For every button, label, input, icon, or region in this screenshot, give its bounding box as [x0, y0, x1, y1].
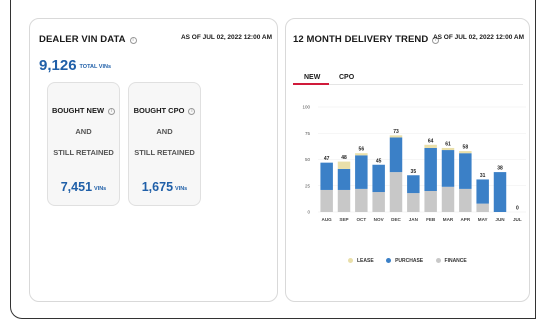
bar-lease: [337, 161, 351, 169]
bar-lease: [424, 144, 437, 148]
bought-cpo-box: BOUGHT CPO i AND STILL RETAINED 1,675 VINs: [128, 82, 201, 206]
bar-total-label: 47: [324, 156, 330, 162]
bought-new-box: BOUGHT NEW i AND STILL RETAINED 7,451 VINs: [47, 82, 120, 206]
legend-lease: LEASE: [348, 258, 374, 264]
bar-total-label: 58: [463, 145, 469, 151]
bar-purchase: [320, 162, 333, 190]
bar-total-label: 64: [428, 138, 434, 144]
chart-legend: LEASE PURCHASE FINANCE: [348, 258, 478, 264]
legend-finance: FINANCE: [435, 258, 467, 264]
delivery-trend-chart: 0 25 50 75 100 47 AUG 48 SEP 56 OCT 45 NOV 73 DEC 35 JAN…: [302, 105, 526, 222]
bar-finance: [355, 188, 368, 212]
bar-finance: [337, 189, 351, 212]
x-tick-label: AUG: [322, 217, 333, 222]
bar-purchase: [407, 175, 420, 194]
y-tick-label: 75: [305, 131, 311, 136]
delivery-trend-title: 12 MONTH DELIVERY TREND i: [293, 34, 440, 45]
x-tick-label: NOV: [374, 217, 385, 222]
bar-total-label: 35: [411, 169, 417, 175]
bar-finance: [441, 186, 455, 212]
bar-total-label: 45: [376, 158, 382, 164]
bought-cpo-unit: VINs: [175, 186, 188, 192]
tab-new[interactable]: NEW: [304, 74, 320, 81]
bought-cpo-and: AND: [156, 127, 173, 136]
total-vins-value: 9,126: [39, 57, 77, 74]
bar-finance: [424, 191, 437, 212]
bought-cpo-count: 1,675 VINs: [129, 178, 200, 196]
x-tick-label: OCT: [356, 217, 366, 222]
bar-finance: [476, 203, 489, 212]
bought-cpo-heading: BOUGHT CPO i: [129, 106, 200, 115]
bought-new-value: 7,451: [60, 180, 93, 194]
bar-purchase: [476, 179, 489, 204]
x-tick-label: MAY: [478, 217, 488, 222]
bought-new-and: AND: [75, 127, 92, 136]
bar-purchase: [389, 137, 403, 173]
bar-finance: [372, 192, 385, 212]
total-vins-label: TOTAL VINs: [79, 64, 112, 70]
x-tick-label: MAR: [443, 217, 454, 222]
bar-purchase: [459, 153, 472, 189]
purchase-dot-icon: [386, 258, 392, 263]
y-tick-label: 50: [305, 157, 311, 162]
bar-total-label: 61: [445, 141, 451, 147]
bar-finance: [407, 193, 420, 212]
dealer-as-of: AS OF JUL 02, 2022 12:00 AM: [180, 34, 272, 41]
bar-total-label: 56: [359, 147, 365, 153]
bar-purchase: [441, 150, 455, 187]
bar-lease: [389, 135, 403, 138]
bar-total-label: 48: [341, 155, 347, 161]
trend-tabs: NEW CPO: [293, 63, 523, 85]
x-tick-label: DEC: [391, 217, 401, 222]
bar-finance: [320, 189, 333, 212]
y-tick-label: 25: [305, 183, 311, 188]
total-vins: 9,126 TOTAL VINs: [39, 57, 111, 75]
bar-lease: [459, 151, 472, 154]
bought-new-unit: VINs: [94, 186, 107, 192]
active-tab-indicator: [293, 83, 329, 85]
bar-total-label: 73: [393, 129, 399, 135]
bought-cpo-value: 1,675: [141, 180, 174, 194]
bar-purchase: [493, 172, 507, 212]
legend-purchase: PURCHASE: [386, 258, 423, 264]
dealer-vin-title: DEALER VIN DATA i: [39, 34, 137, 45]
delivery-trend-card: 12 MONTH DELIVERY TREND i AS OF JUL 02, 2…: [285, 18, 530, 302]
bar-lease: [441, 147, 455, 151]
info-icon[interactable]: i: [188, 108, 196, 115]
bar-finance: [389, 172, 403, 212]
y-tick-label: 100: [302, 105, 310, 110]
trend-as-of: AS OF JUL 02, 2022 12:00 AM: [432, 34, 524, 41]
bar-purchase: [337, 168, 351, 190]
bought-new-retained: STILL RETAINED: [53, 148, 114, 157]
y-tick-label: 0: [307, 210, 310, 215]
bought-cpo-retained: STILL RETAINED: [134, 148, 195, 157]
bought-new-count: 7,451 VINs: [48, 178, 119, 196]
bar-total-label: 38: [497, 166, 503, 172]
bar-purchase: [424, 147, 437, 191]
finance-dot-icon: [435, 258, 441, 263]
x-tick-label: JUL: [513, 217, 522, 222]
x-tick-label: SEP: [339, 217, 348, 222]
bar-total-label: 31: [480, 173, 486, 179]
x-tick-label: JAN: [409, 217, 419, 222]
bar-total-label: 0: [516, 206, 519, 212]
x-tick-label: JUN: [495, 217, 505, 222]
info-icon[interactable]: i: [129, 37, 137, 44]
x-tick-label: APR: [460, 217, 470, 222]
bought-new-heading: BOUGHT NEW i: [48, 106, 119, 115]
x-tick-label: FEB: [426, 217, 436, 222]
bar-purchase: [372, 164, 385, 193]
bar-purchase: [355, 155, 368, 189]
bar-finance: [459, 188, 472, 212]
lease-dot-icon: [348, 258, 353, 263]
tab-cpo[interactable]: CPO: [339, 74, 354, 81]
bar-lease: [355, 153, 368, 156]
info-icon[interactable]: i: [108, 108, 116, 115]
